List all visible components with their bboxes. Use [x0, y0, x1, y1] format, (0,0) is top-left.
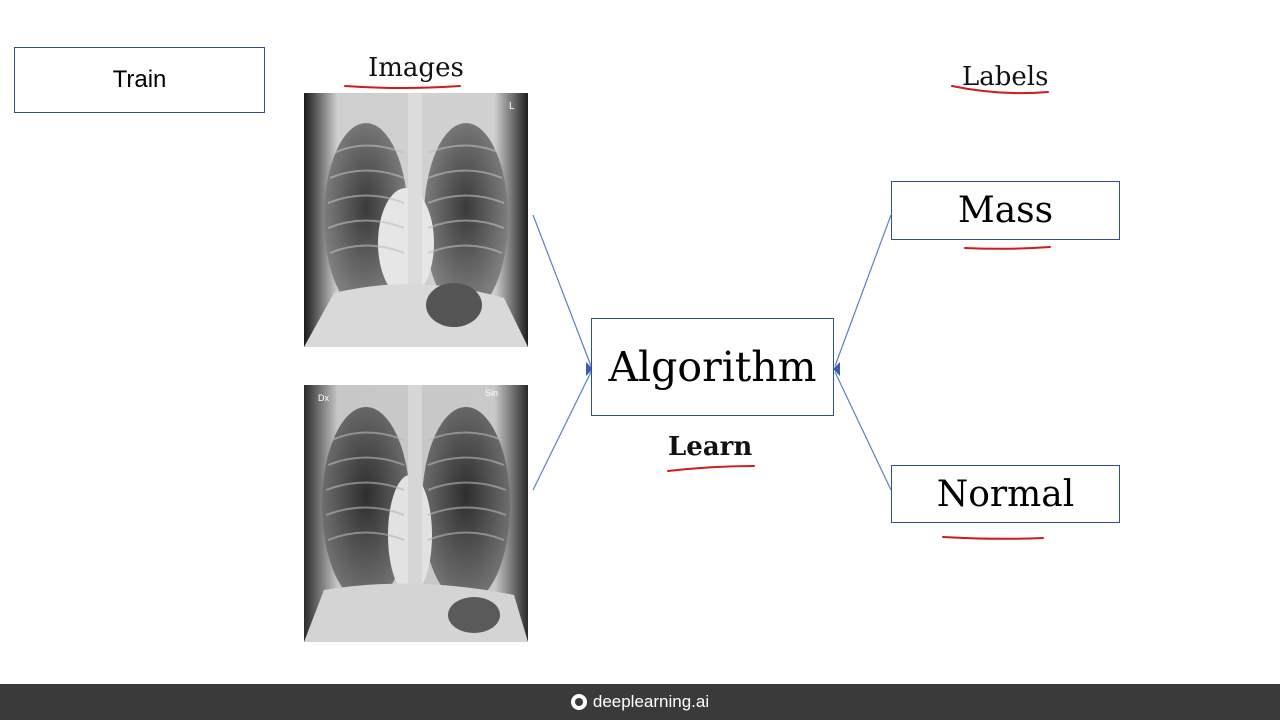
connector-algorithm-to-normal	[834, 371, 892, 491]
footer-bar: deeplearning.ai	[0, 684, 1280, 720]
underline-images	[344, 85, 461, 89]
connector-bottom-image-to-algorithm	[532, 371, 592, 491]
normal-box: Normal	[891, 465, 1120, 523]
deeplearning-logo-icon	[570, 694, 587, 710]
underline-normal	[942, 536, 1044, 540]
learn-label: Learn	[668, 432, 753, 462]
connector-algorithm-to-mass	[834, 214, 892, 367]
normal-label: Normal	[936, 473, 1075, 515]
connector-top-image-to-algorithm	[532, 214, 592, 367]
underline-learn	[667, 465, 755, 472]
underline-labels	[951, 85, 1049, 95]
footer-brand: deeplearning.ai	[592, 692, 710, 711]
algorithm-box: Algorithm	[591, 318, 834, 416]
mass-box: Mass	[891, 181, 1120, 240]
mass-label: Mass	[957, 190, 1054, 231]
algorithm-label: Algorithm	[608, 343, 817, 391]
underline-mass	[964, 246, 1051, 250]
